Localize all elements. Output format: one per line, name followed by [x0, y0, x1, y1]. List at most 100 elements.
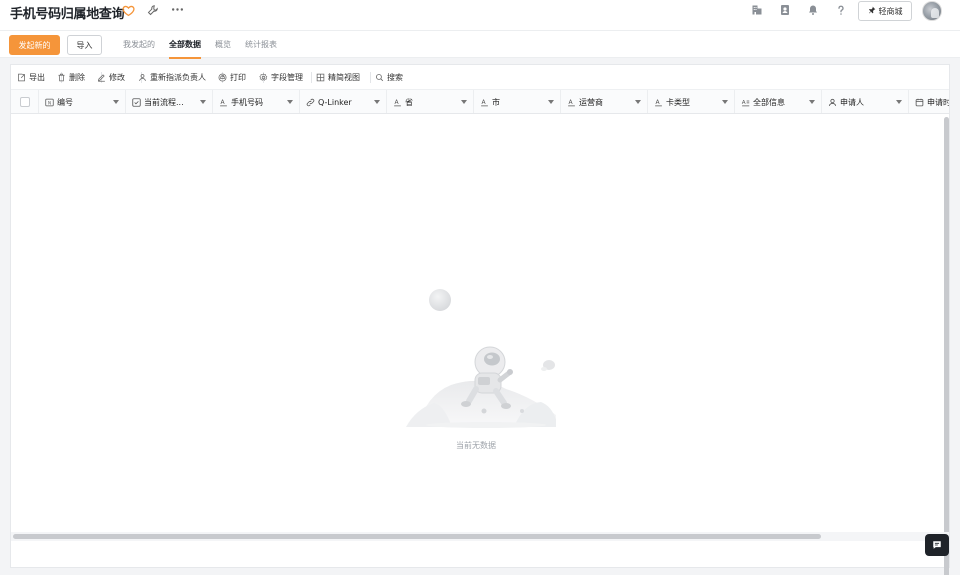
column-label: 申请时间 [927, 97, 949, 107]
search-icon [376, 73, 384, 81]
column-header-apply-time[interactable]: 申请时间 [909, 90, 949, 113]
building-icon[interactable] [751, 4, 763, 19]
edit-button[interactable]: 修改 [97, 65, 125, 89]
top-bar: 手机号码归属地查询 轻商城 [0, 0, 960, 30]
compact-view-label: 精简视图 [328, 72, 360, 82]
svg-text:A: A [395, 99, 400, 106]
field-manage-label: 字段管理 [271, 72, 303, 82]
column-label: 编号 [57, 97, 73, 107]
column-header-city[interactable]: A 市 [474, 90, 561, 113]
calendar-icon [915, 98, 924, 107]
delete-button[interactable]: 删除 [57, 65, 85, 89]
export-button[interactable]: 导出 [17, 65, 45, 89]
view-tab-bar: 发起新的 导入 我发起的 全部数据 概览 统计报表 [0, 30, 960, 59]
chevron-down-icon[interactable] [287, 100, 293, 104]
svg-text:A: A [221, 99, 226, 106]
help-icon[interactable] [835, 4, 847, 19]
search-button[interactable]: 搜索 [375, 65, 403, 89]
mall-button[interactable]: 轻商城 [858, 1, 912, 21]
gear-icon [259, 72, 268, 81]
tab-reports[interactable]: 统计报表 [245, 31, 277, 58]
link-icon [306, 98, 315, 107]
text-icon: A [480, 98, 489, 107]
chevron-down-icon[interactable] [548, 100, 554, 104]
svg-text:A: A [742, 100, 746, 106]
text-icon: A [219, 98, 228, 107]
table-header: N 编号 当前流程... A 手机号码 Q-Linker A 省 A 市 A 运… [11, 90, 949, 114]
chat-icon [933, 541, 941, 549]
column-label: 当前流程... [144, 97, 184, 107]
svg-text:N: N [48, 100, 51, 105]
check-square-icon [132, 97, 141, 107]
column-label: 市 [492, 97, 500, 107]
select-all-cell [11, 90, 39, 113]
avatar[interactable] [922, 1, 942, 21]
column-header-all-info[interactable]: A 全部信息 [735, 90, 822, 113]
empty-state-text: 当前无数据 [456, 441, 496, 450]
field-manage-button[interactable]: 字段管理 [259, 65, 303, 89]
column-label: 手机号码 [231, 97, 263, 107]
vertical-scrollbar[interactable] [944, 117, 949, 575]
compact-view-button[interactable]: 精简视图 [316, 65, 360, 89]
chevron-down-icon[interactable] [113, 100, 119, 104]
chevron-down-icon[interactable] [200, 100, 206, 104]
chevron-down-icon[interactable] [722, 100, 728, 104]
person-icon [828, 98, 837, 107]
create-new-button[interactable]: 发起新的 [9, 35, 60, 55]
column-label: 申请人 [840, 97, 864, 107]
contacts-icon[interactable] [779, 4, 791, 19]
more-icon[interactable] [171, 3, 184, 19]
column-label: 省 [405, 97, 413, 107]
astronaut-illustration [406, 289, 556, 428]
pin-icon [868, 6, 876, 16]
chevron-down-icon[interactable] [461, 100, 467, 104]
chevron-down-icon[interactable] [896, 100, 902, 104]
chevron-down-icon[interactable] [809, 100, 815, 104]
delete-label: 删除 [69, 72, 85, 82]
column-header-process[interactable]: 当前流程... [126, 90, 213, 113]
export-icon [18, 73, 25, 81]
svg-text:A: A [482, 99, 487, 106]
text-icon: A [567, 98, 576, 107]
svg-text:A: A [569, 99, 574, 106]
chevron-down-icon[interactable] [635, 100, 641, 104]
print-button[interactable]: 打印 [218, 65, 246, 89]
column-header-card-type[interactable]: A 卡类型 [648, 90, 735, 113]
data-toolbar: 导出 删除 修改 重新指派负责人 打印 字段管理 精简视图 搜索 [11, 65, 949, 90]
tab-overview[interactable]: 概览 [215, 31, 231, 58]
text-icon: A [393, 98, 402, 107]
column-header-number[interactable]: N 编号 [39, 90, 126, 113]
column-header-applicant[interactable]: 申请人 [822, 90, 909, 113]
column-header-phone[interactable]: A 手机号码 [213, 90, 300, 113]
column-label: 运营商 [579, 97, 603, 107]
column-header-qlinker[interactable]: Q-Linker [300, 90, 387, 113]
import-button[interactable]: 导入 [67, 35, 102, 55]
select-all-checkbox[interactable] [20, 97, 30, 107]
column-header-province[interactable]: A 省 [387, 90, 474, 113]
tab-mine[interactable]: 我发起的 [123, 31, 155, 58]
bell-icon[interactable] [807, 4, 819, 19]
search-label: 搜索 [387, 72, 403, 82]
tab-all-data[interactable]: 全部数据 [169, 31, 201, 59]
data-panel: 导出 删除 修改 重新指派负责人 打印 字段管理 精简视图 搜索 N 编号 当前… [10, 64, 950, 575]
reassign-button[interactable]: 重新指派负责人 [138, 65, 206, 89]
column-header-carrier[interactable]: A 运营商 [561, 90, 648, 113]
text-icon: A [654, 98, 663, 107]
horizontal-scrollbar[interactable] [13, 534, 821, 539]
column-label: 全部信息 [753, 97, 785, 107]
print-label: 打印 [230, 72, 246, 82]
toolbar-divider [370, 72, 371, 83]
chevron-down-icon[interactable] [374, 100, 380, 104]
heart-icon[interactable] [122, 4, 135, 20]
multiline-text-icon: A [741, 98, 750, 107]
column-label: 卡类型 [666, 97, 690, 107]
chat-button[interactable] [925, 534, 949, 556]
number-icon: N [45, 98, 54, 107]
export-label: 导出 [29, 72, 45, 82]
edit-label: 修改 [109, 72, 125, 82]
wrench-icon[interactable] [147, 4, 159, 19]
column-label: Q-Linker [318, 97, 352, 107]
edit-icon [97, 73, 105, 82]
user-icon [139, 73, 146, 81]
toolbar-divider [311, 72, 312, 83]
